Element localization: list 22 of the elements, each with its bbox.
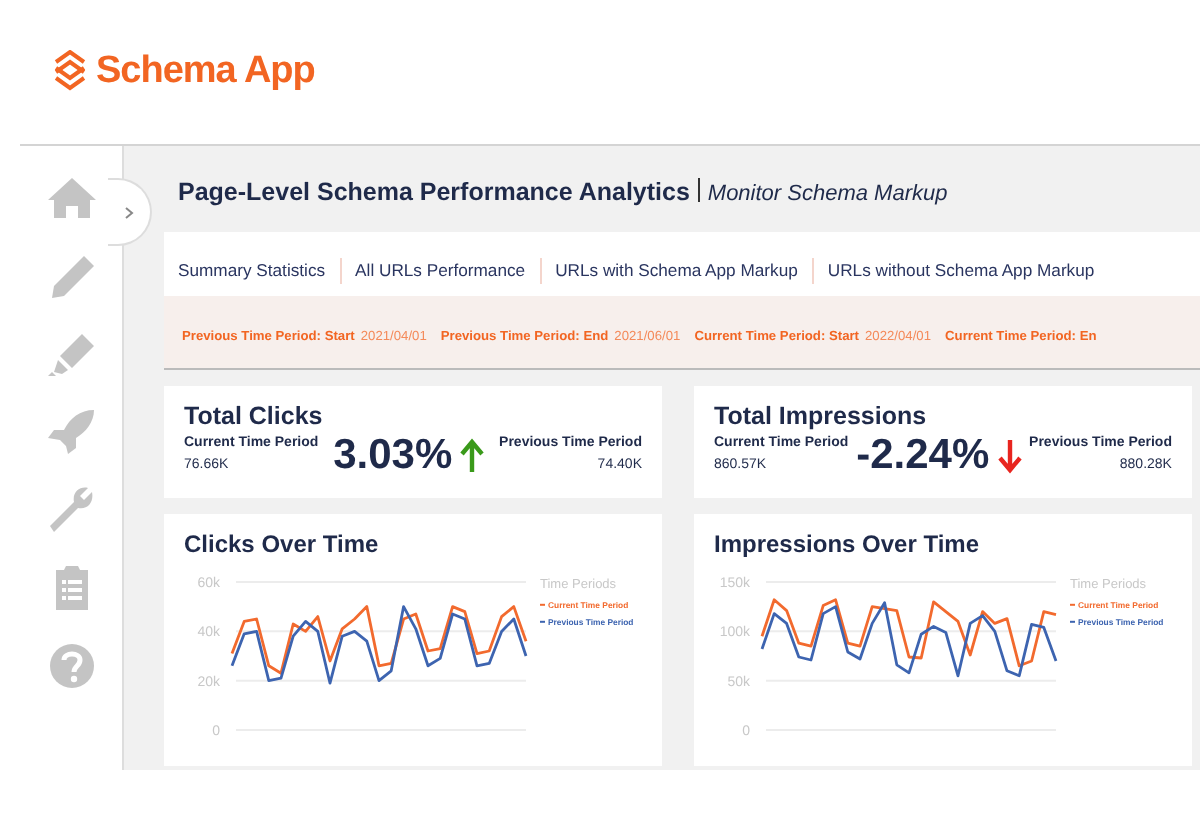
rocket-icon[interactable] xyxy=(45,408,97,456)
logo-text: Schema App xyxy=(96,47,315,96)
tab[interactable]: URLs without Schema App Markup xyxy=(813,257,1109,284)
kpi-title: Total Clicks xyxy=(184,399,325,434)
expand-button[interactable] xyxy=(108,178,152,246)
tab[interactable]: Summary Statistics xyxy=(164,257,342,284)
help-icon[interactable] xyxy=(45,642,97,690)
chevron-icon xyxy=(124,205,134,219)
page-title: Page-Level Schema Performance Analytics xyxy=(178,178,690,206)
percent-change: -2.24% xyxy=(856,434,990,477)
marker-icon[interactable] xyxy=(45,330,97,378)
tab[interactable]: All URLs Performance xyxy=(341,257,542,284)
tab[interactable]: URLs with Schema App Markup xyxy=(541,257,814,284)
home-icon[interactable] xyxy=(45,174,97,222)
kpi-title: Total Impressions xyxy=(714,399,929,434)
chart-title: Impressions Over Time xyxy=(712,527,982,562)
page-subtitle: Monitor Schema Markup xyxy=(707,182,948,206)
title-divider xyxy=(697,178,700,202)
wrench-icon[interactable] xyxy=(45,486,97,534)
chart-title: Clicks Over Time xyxy=(182,527,381,562)
percent-change: 3.03% xyxy=(333,434,453,477)
logo-icon xyxy=(52,50,88,94)
